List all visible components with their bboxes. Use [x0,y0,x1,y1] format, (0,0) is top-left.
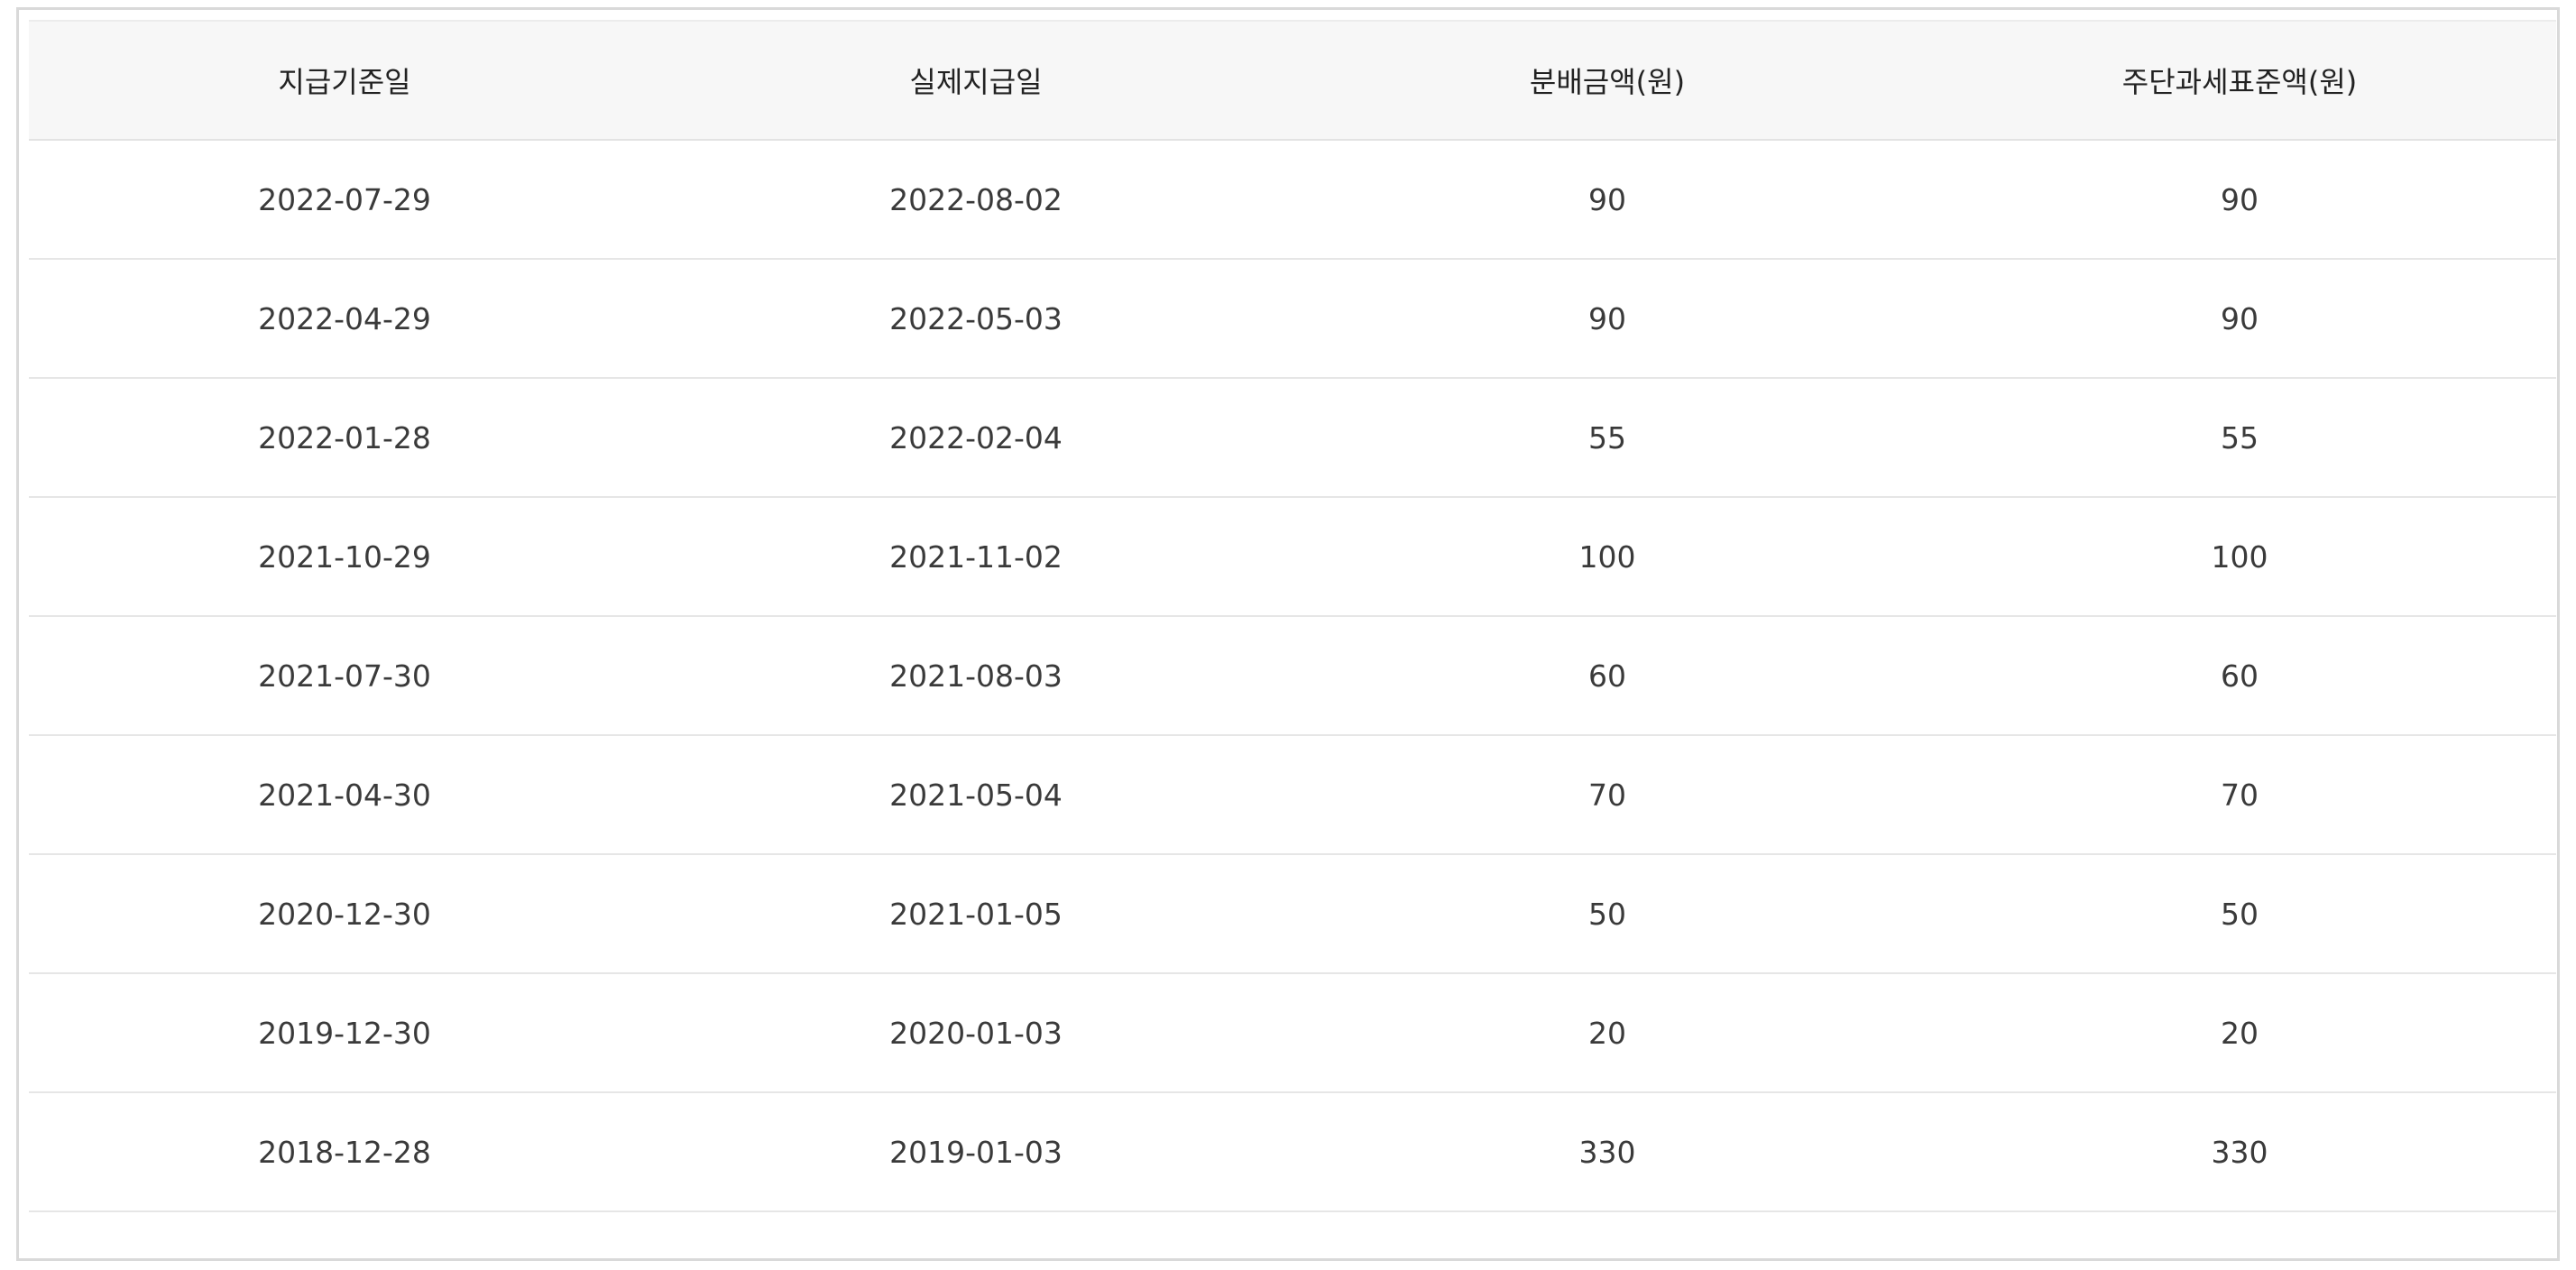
header-payment-base-date: 지급기준일 [29,20,660,141]
cell-actual-payment-date: 2022-05-03 [660,259,1292,379]
header-actual-payment-date: 실제지급일 [660,20,1292,141]
cell-payment-base-date: 2018-12-28 [29,1092,660,1212]
cell-distribution-amount: 100 [1292,497,1923,617]
header-distribution-amount: 분배금액(원) [1292,20,1923,141]
cell-distribution-amount: 60 [1292,616,1923,736]
cell-actual-payment-date: 2019-01-03 [660,1092,1292,1212]
table-row: 2022-01-28 2022-02-04 55 55 [29,378,2556,498]
cell-payment-base-date: 2021-04-30 [29,735,660,855]
distribution-table-container: 지급기준일 실제지급일 분배금액(원) 주단과세표준액(원) 2022-07-2… [29,20,2556,1212]
table-row: 2021-10-29 2021-11-02 100 100 [29,497,2556,617]
cell-distribution-amount: 55 [1292,378,1923,498]
table-row: 2022-04-29 2022-05-03 90 90 [29,259,2556,379]
cell-actual-payment-date: 2021-05-04 [660,735,1292,855]
cell-actual-payment-date: 2022-02-04 [660,378,1292,498]
table-header: 지급기준일 실제지급일 분배금액(원) 주단과세표준액(원) [29,20,2556,141]
table-row: 2019-12-30 2020-01-03 20 20 [29,973,2556,1093]
cell-actual-payment-date: 2021-08-03 [660,616,1292,736]
cell-payment-base-date: 2022-04-29 [29,259,660,379]
table-row: 2021-04-30 2021-05-04 70 70 [29,735,2556,855]
cell-payment-base-date: 2020-12-30 [29,854,660,974]
cell-distribution-amount: 90 [1292,259,1923,379]
cell-payment-base-date: 2022-01-28 [29,378,660,498]
cell-taxable-base-amount: 55 [1923,378,2556,498]
cell-actual-payment-date: 2022-08-02 [660,140,1292,260]
distribution-table: 지급기준일 실제지급일 분배금액(원) 주단과세표준액(원) 2022-07-2… [29,20,2556,1212]
cell-actual-payment-date: 2021-11-02 [660,497,1292,617]
cell-payment-base-date: 2021-07-30 [29,616,660,736]
cell-distribution-amount: 330 [1292,1092,1923,1212]
cell-taxable-base-amount: 330 [1923,1092,2556,1212]
cell-taxable-base-amount: 100 [1923,497,2556,617]
table-body: 2022-07-29 2022-08-02 90 90 2022-04-29 2… [29,140,2556,1212]
cell-payment-base-date: 2021-10-29 [29,497,660,617]
cell-taxable-base-amount: 20 [1923,973,2556,1093]
cell-taxable-base-amount: 90 [1923,140,2556,260]
cell-distribution-amount: 50 [1292,854,1923,974]
header-taxable-base-amount: 주단과세표준액(원) [1923,20,2556,141]
cell-taxable-base-amount: 60 [1923,616,2556,736]
cell-actual-payment-date: 2021-01-05 [660,854,1292,974]
table-row: 2020-12-30 2021-01-05 50 50 [29,854,2556,974]
table-row: 2022-07-29 2022-08-02 90 90 [29,140,2556,260]
cell-taxable-base-amount: 70 [1923,735,2556,855]
cell-distribution-amount: 20 [1292,973,1923,1093]
cell-actual-payment-date: 2020-01-03 [660,973,1292,1093]
table-header-row: 지급기준일 실제지급일 분배금액(원) 주단과세표준액(원) [29,20,2556,141]
distribution-table-frame: 지급기준일 실제지급일 분배금액(원) 주단과세표준액(원) 2022-07-2… [16,7,2560,1261]
cell-distribution-amount: 70 [1292,735,1923,855]
table-row: 2018-12-28 2019-01-03 330 330 [29,1092,2556,1212]
cell-distribution-amount: 90 [1292,140,1923,260]
cell-payment-base-date: 2022-07-29 [29,140,660,260]
cell-taxable-base-amount: 90 [1923,259,2556,379]
table-row: 2021-07-30 2021-08-03 60 60 [29,616,2556,736]
cell-taxable-base-amount: 50 [1923,854,2556,974]
cell-payment-base-date: 2019-12-30 [29,973,660,1093]
